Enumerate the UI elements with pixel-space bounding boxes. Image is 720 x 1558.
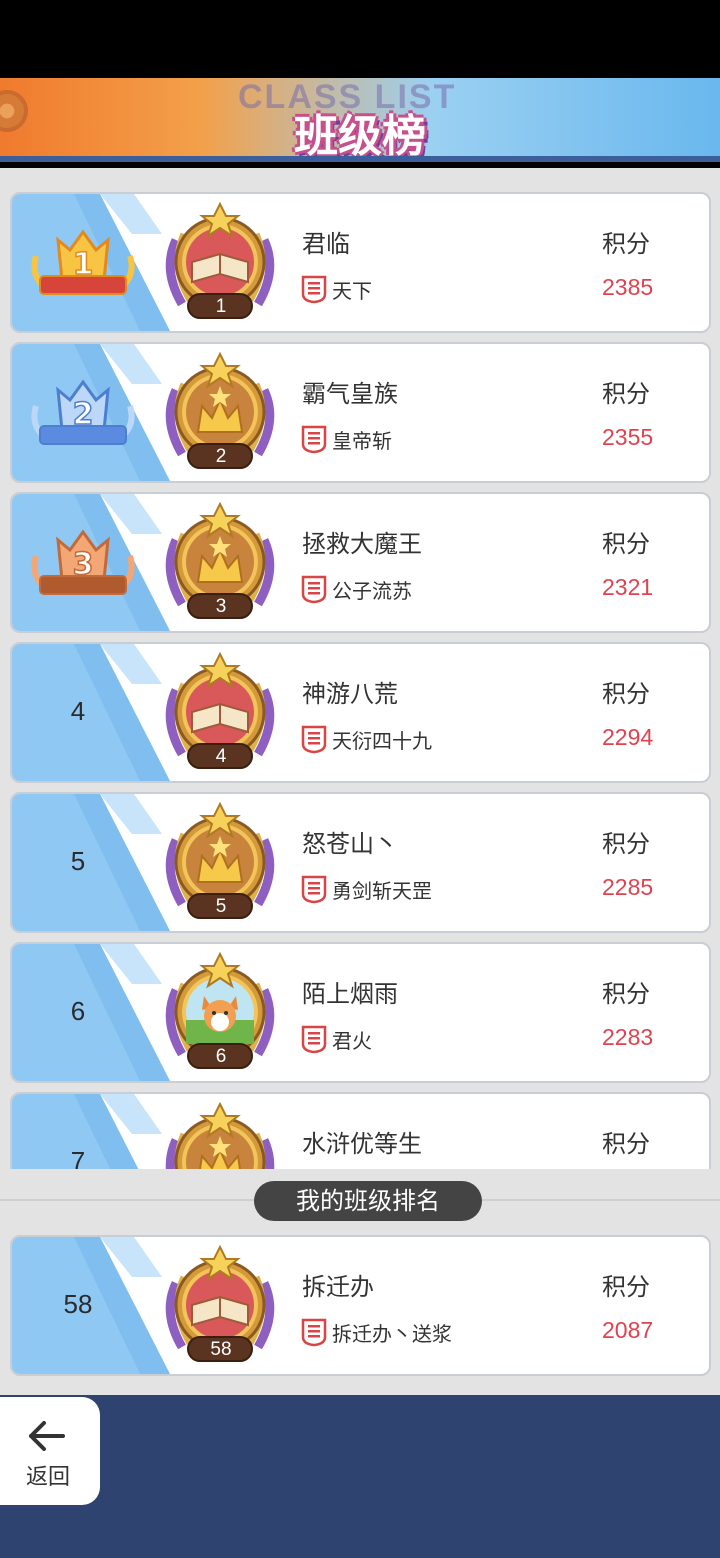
class-name: 神游八荒: [302, 680, 398, 708]
class-leader: 天衍四十九: [300, 724, 432, 754]
leader-name: 勇剑斩天罡: [332, 878, 432, 903]
leader-badge-icon: [300, 874, 332, 904]
class-name: 陌上烟雨: [302, 980, 398, 1008]
leader-badge-icon: [300, 724, 332, 754]
medal-number: 5: [215, 896, 227, 917]
my-class-section: 58 58 拆迁办拆迁办丶送浆 积分 2087: [0, 1227, 720, 1395]
my-rank-label: 我的班级排名: [254, 1181, 482, 1221]
class-name: 拆迁办: [302, 1273, 374, 1301]
ranking-card[interactable]: 4 4 神游八荒天衍四十九 积分 2294: [10, 642, 711, 783]
medal-number: 2: [215, 446, 227, 467]
rank-number: 5: [70, 846, 86, 876]
ranking-card[interactable]: 1 1 君临天下 积分 2385: [10, 192, 711, 333]
ranking-card[interactable]: 77水浒优等生积分: [10, 1092, 711, 1169]
leader-badge-icon: [300, 1024, 332, 1054]
leader-name: 拆迁办丶送浆: [332, 1321, 452, 1346]
class-name: 水浒优等生: [302, 1130, 422, 1158]
class-name: 君临: [302, 230, 350, 258]
leader-badge-icon: [300, 424, 332, 454]
my-rank-divider: 我的班级排名: [0, 1169, 720, 1227]
back-button[interactable]: 返回: [0, 1397, 100, 1505]
status-bar: [0, 0, 720, 78]
score-value: 2355: [602, 424, 654, 450]
rank-number: 6: [70, 996, 86, 1026]
leader-name: 君火: [332, 1028, 372, 1053]
page-title: 班级榜: [294, 111, 426, 162]
score-value: 2285: [602, 874, 654, 900]
ranking-card[interactable]: 2 2 霸气皇族皇帝斩 积分 2355: [10, 342, 711, 483]
ranking-list[interactable]: 1 1 君临 天下 积分 2385 2 2 霸气皇族 皇帝斩 积分 2355 3 3 拯救大魔王 公子流苏 积分…: [0, 168, 720, 1169]
rank-number: 58: [63, 1289, 93, 1319]
score-label: 积分: [602, 380, 650, 408]
rank-number: 4: [70, 696, 86, 726]
back-label: 返回: [25, 1465, 70, 1490]
score-label: 积分: [602, 230, 650, 258]
class-leader: 公子流苏: [300, 574, 412, 604]
leader-name: 皇帝斩: [332, 428, 392, 453]
medal-number: 6: [215, 1046, 227, 1067]
back-arrow-icon: [29, 1421, 65, 1451]
medal-number: 1: [215, 296, 227, 317]
score-label: 积分: [602, 1273, 650, 1301]
leader-name: 天下: [332, 278, 372, 303]
score-value: 2385: [602, 274, 654, 300]
score-value: 2321: [602, 574, 654, 600]
ranking-card[interactable]: 6 6 陌上烟雨君火 积分 2283: [10, 942, 711, 1083]
leader-badge-icon: [300, 1317, 332, 1347]
score-value: 2283: [602, 1024, 654, 1050]
my-class-card[interactable]: 58 58 拆迁办拆迁办丶送浆 积分 2087: [10, 1235, 711, 1376]
medal-number: 58: [210, 1339, 232, 1360]
svg-text:1: 1: [73, 247, 94, 282]
leader-name: 公子流苏: [332, 578, 412, 603]
gold-trophy-icon: 1: [28, 226, 138, 310]
score-value: 2294: [602, 724, 654, 750]
class-leader: 天下: [300, 274, 372, 304]
medal-number: 4: [215, 746, 227, 767]
class-leader: 拆迁办丶送浆: [300, 1317, 452, 1347]
score-label: 积分: [602, 680, 650, 708]
class-leader: 勇剑斩天罡: [300, 874, 432, 904]
leader-name: 天衍四十九: [332, 728, 432, 753]
class-leader: 皇帝斩: [300, 424, 392, 454]
ranking-card[interactable]: 5 5 怒苍山丶勇剑斩天罡 积分 2285: [10, 792, 711, 933]
silver-trophy-icon: 2: [28, 376, 138, 460]
bronze-trophy-icon: 3: [28, 526, 138, 610]
medal-number: 3: [215, 596, 227, 617]
score-label: 积分: [602, 980, 650, 1008]
class-name: 拯救大魔王: [302, 530, 422, 558]
class-name: 怒苍山丶: [302, 830, 398, 858]
leader-badge-icon: [300, 274, 332, 304]
svg-text:2: 2: [73, 397, 94, 432]
class-leader: 君火: [300, 1024, 372, 1054]
header: CLASS LIST 班级榜: [0, 78, 720, 162]
score-label: 积分: [602, 530, 650, 558]
class-medal-icon: [156, 1100, 284, 1169]
score-label: 积分: [602, 1130, 650, 1158]
score-value: 2087: [602, 1317, 654, 1343]
svg-text:3: 3: [73, 547, 94, 582]
leader-badge-icon: [300, 574, 332, 604]
score-label: 积分: [602, 830, 650, 858]
ranking-card[interactable]: 3 3 拯救大魔王公子流苏 积分 2321: [10, 492, 711, 633]
class-name: 霸气皇族: [302, 380, 398, 408]
rank-number: 7: [70, 1146, 86, 1169]
bottom-bar: 返回: [0, 1395, 720, 1558]
